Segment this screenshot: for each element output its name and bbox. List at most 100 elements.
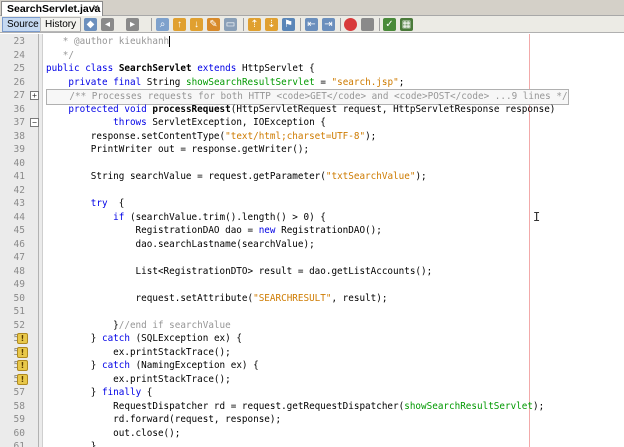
- line-number: 23: [13, 36, 25, 47]
- forward-icon[interactable]: ▸: [126, 18, 139, 31]
- find-previous-icon[interactable]: ↑: [173, 18, 186, 31]
- find-selection-icon[interactable]: ⌕: [156, 18, 169, 31]
- line-number: 47: [13, 252, 25, 263]
- line-number: 52: [13, 319, 25, 331]
- code-text: protected void processRequest(HttpServle…: [68, 103, 556, 115]
- code-line[interactable]: 49: [0, 278, 624, 292]
- code-line[interactable]: 23 * @author kieukhanh: [0, 35, 624, 49]
- toggle-rect-selection-icon[interactable]: ▭: [224, 18, 237, 31]
- code-text: out.close();: [46, 427, 181, 439]
- line-number: 46: [13, 238, 25, 250]
- code-line[interactable]: 56! ex.printStackTrace();: [0, 373, 624, 387]
- code-line[interactable]: 47: [0, 251, 624, 265]
- line-number: 51: [13, 306, 25, 317]
- code-line[interactable]: 26 private final String showSearchResult…: [0, 76, 624, 90]
- code-line[interactable]: 52 }//end if searchValue: [0, 319, 624, 333]
- code-line[interactable]: 50 request.setAttribute("SEARCHRESULT", …: [0, 292, 624, 306]
- code-text: request.setAttribute("SEARCHRESULT", res…: [46, 292, 388, 304]
- find-next-icon[interactable]: ↓: [190, 18, 203, 31]
- code-text: RegistrationDAO dao = new RegistrationDA…: [46, 225, 382, 236]
- start-macro-icon[interactable]: [344, 18, 357, 31]
- line-number: 27: [13, 90, 25, 101]
- code-text: throws ServletException, IOException {: [113, 117, 326, 128]
- warning-bulb-icon[interactable]: !: [17, 360, 28, 371]
- code-line[interactable]: 57 } finally {: [0, 386, 624, 400]
- code-text: } catch (SQLException ex) {: [46, 333, 242, 344]
- code-line[interactable]: 37− throws ServletException, IOException…: [0, 116, 624, 130]
- code-line[interactable]: 25 public class SearchServlet extends Htt…: [0, 62, 624, 76]
- line-number: 25: [13, 63, 25, 74]
- warning-bulb-icon[interactable]: !: [17, 373, 28, 385]
- back-icon[interactable]: ◂: [101, 18, 114, 31]
- line-number: 59: [13, 414, 25, 425]
- bookmark-next-icon[interactable]: ⇣: [265, 18, 278, 31]
- code-line[interactable]: 51: [0, 305, 624, 319]
- stop-macro-icon[interactable]: [361, 18, 374, 31]
- mouse-ibeam-icon: I: [533, 210, 541, 224]
- code-line[interactable]: 27 + /** Processes requests for both HTTP…: [0, 89, 624, 105]
- line-number: 57: [13, 387, 25, 398]
- line-number: 26: [13, 76, 25, 88]
- code-line[interactable]: 39 PrintWriter out = response.getWriter(…: [0, 143, 624, 157]
- code-text: public class SearchServlet extends HttpS…: [46, 63, 315, 74]
- uncomment-icon[interactable]: ▦: [400, 18, 413, 31]
- line-number: 24: [13, 49, 25, 61]
- toolbar-separator: [340, 18, 341, 31]
- code-line[interactable]: 59 rd.forward(request, response);: [0, 413, 624, 427]
- code-line[interactable]: 46 dao.searchLastname(searchValue);: [0, 238, 624, 252]
- collapse-fold-icon[interactable]: −: [30, 118, 39, 127]
- code-line[interactable]: 36 protected void processRequest(HttpSer…: [0, 103, 624, 117]
- source-view-button[interactable]: Source: [2, 17, 44, 32]
- code-text: * @author kieukhanh: [46, 36, 171, 47]
- code-text: } catch (NamingException ex) {: [46, 360, 259, 371]
- file-tab-searchservlet[interactable]: SearchServlet.java ×: [1, 1, 103, 16]
- toggle-highlight-icon[interactable]: ✎: [207, 18, 220, 31]
- code-line[interactable]: 40: [0, 157, 624, 171]
- toolbar-separator: [80, 18, 81, 31]
- warning-bulb-icon[interactable]: !: [17, 346, 28, 358]
- expand-fold-icon[interactable]: +: [30, 91, 39, 100]
- line-number: 43: [13, 198, 25, 209]
- code-line[interactable]: 38 response.setContentType("text/html;ch…: [0, 130, 624, 144]
- line-number: 49: [13, 279, 25, 290]
- code-line[interactable]: 24 */: [0, 49, 624, 63]
- code-line[interactable]: 44 if (searchValue.trim().length() > 0) …: [0, 211, 624, 225]
- line-number: 60: [13, 427, 25, 439]
- warning-bulb-icon[interactable]: !: [17, 333, 28, 344]
- line-number: 39: [13, 144, 25, 155]
- code-line[interactable]: 45 RegistrationDAO dao = new Registratio…: [0, 224, 624, 238]
- toggle-bookmark-icon[interactable]: ⚑: [282, 18, 295, 31]
- line-number: 45: [13, 225, 25, 236]
- last-edit-icon[interactable]: ◆: [84, 18, 97, 31]
- history-view-button[interactable]: History: [40, 17, 82, 32]
- code-editor[interactable]: 23 * @author kieukhanh 24 */25 public clas…: [0, 34, 624, 447]
- code-line[interactable]: 48 List<RegistrationDTO> result = dao.ge…: [0, 265, 624, 279]
- code-text: }: [46, 441, 97, 447]
- code-line[interactable]: 60 out.close();: [0, 427, 624, 441]
- shift-left-icon[interactable]: ⇤: [305, 18, 318, 31]
- code-line[interactable]: 42: [0, 184, 624, 198]
- close-tab-icon[interactable]: ×: [93, 2, 99, 14]
- code-text: rd.forward(request, response);: [46, 414, 282, 425]
- line-number: 50: [13, 292, 25, 304]
- code-line[interactable]: 43 try {: [0, 197, 624, 211]
- code-text: RequestDispatcher rd = request.getReques…: [46, 400, 545, 412]
- code-line[interactable]: 55! } catch (NamingException ex) {: [0, 359, 624, 373]
- editor-toolbar: Source History ◆ ◂ ▸ ⌕ ↑ ↓ ✎ ▭ ⇡ ⇣ ⚑ ⇤ ⇥…: [0, 16, 624, 33]
- line-number: 42: [13, 184, 25, 196]
- code-line[interactable]: 54! ex.printStackTrace();: [0, 346, 624, 360]
- code-text: private final String showSearchResultSer…: [68, 76, 405, 88]
- code-text: } finally {: [46, 387, 153, 398]
- toolbar-separator: [151, 18, 152, 31]
- code-line[interactable]: 61 }: [0, 440, 624, 447]
- line-number: 48: [13, 265, 25, 277]
- bookmark-previous-icon[interactable]: ⇡: [248, 18, 261, 31]
- shift-right-icon[interactable]: ⇥: [322, 18, 335, 31]
- line-number: 58: [13, 400, 25, 412]
- code-text: ex.printStackTrace();: [46, 346, 231, 358]
- code-line[interactable]: 53! } catch (SQLException ex) {: [0, 332, 624, 346]
- comment-icon[interactable]: ✓: [383, 18, 396, 31]
- code-text: try {: [90, 198, 125, 209]
- code-line[interactable]: 41 String searchValue = request.getParam…: [0, 170, 624, 184]
- code-line[interactable]: 58 RequestDispatcher rd = request.getReq…: [0, 400, 624, 414]
